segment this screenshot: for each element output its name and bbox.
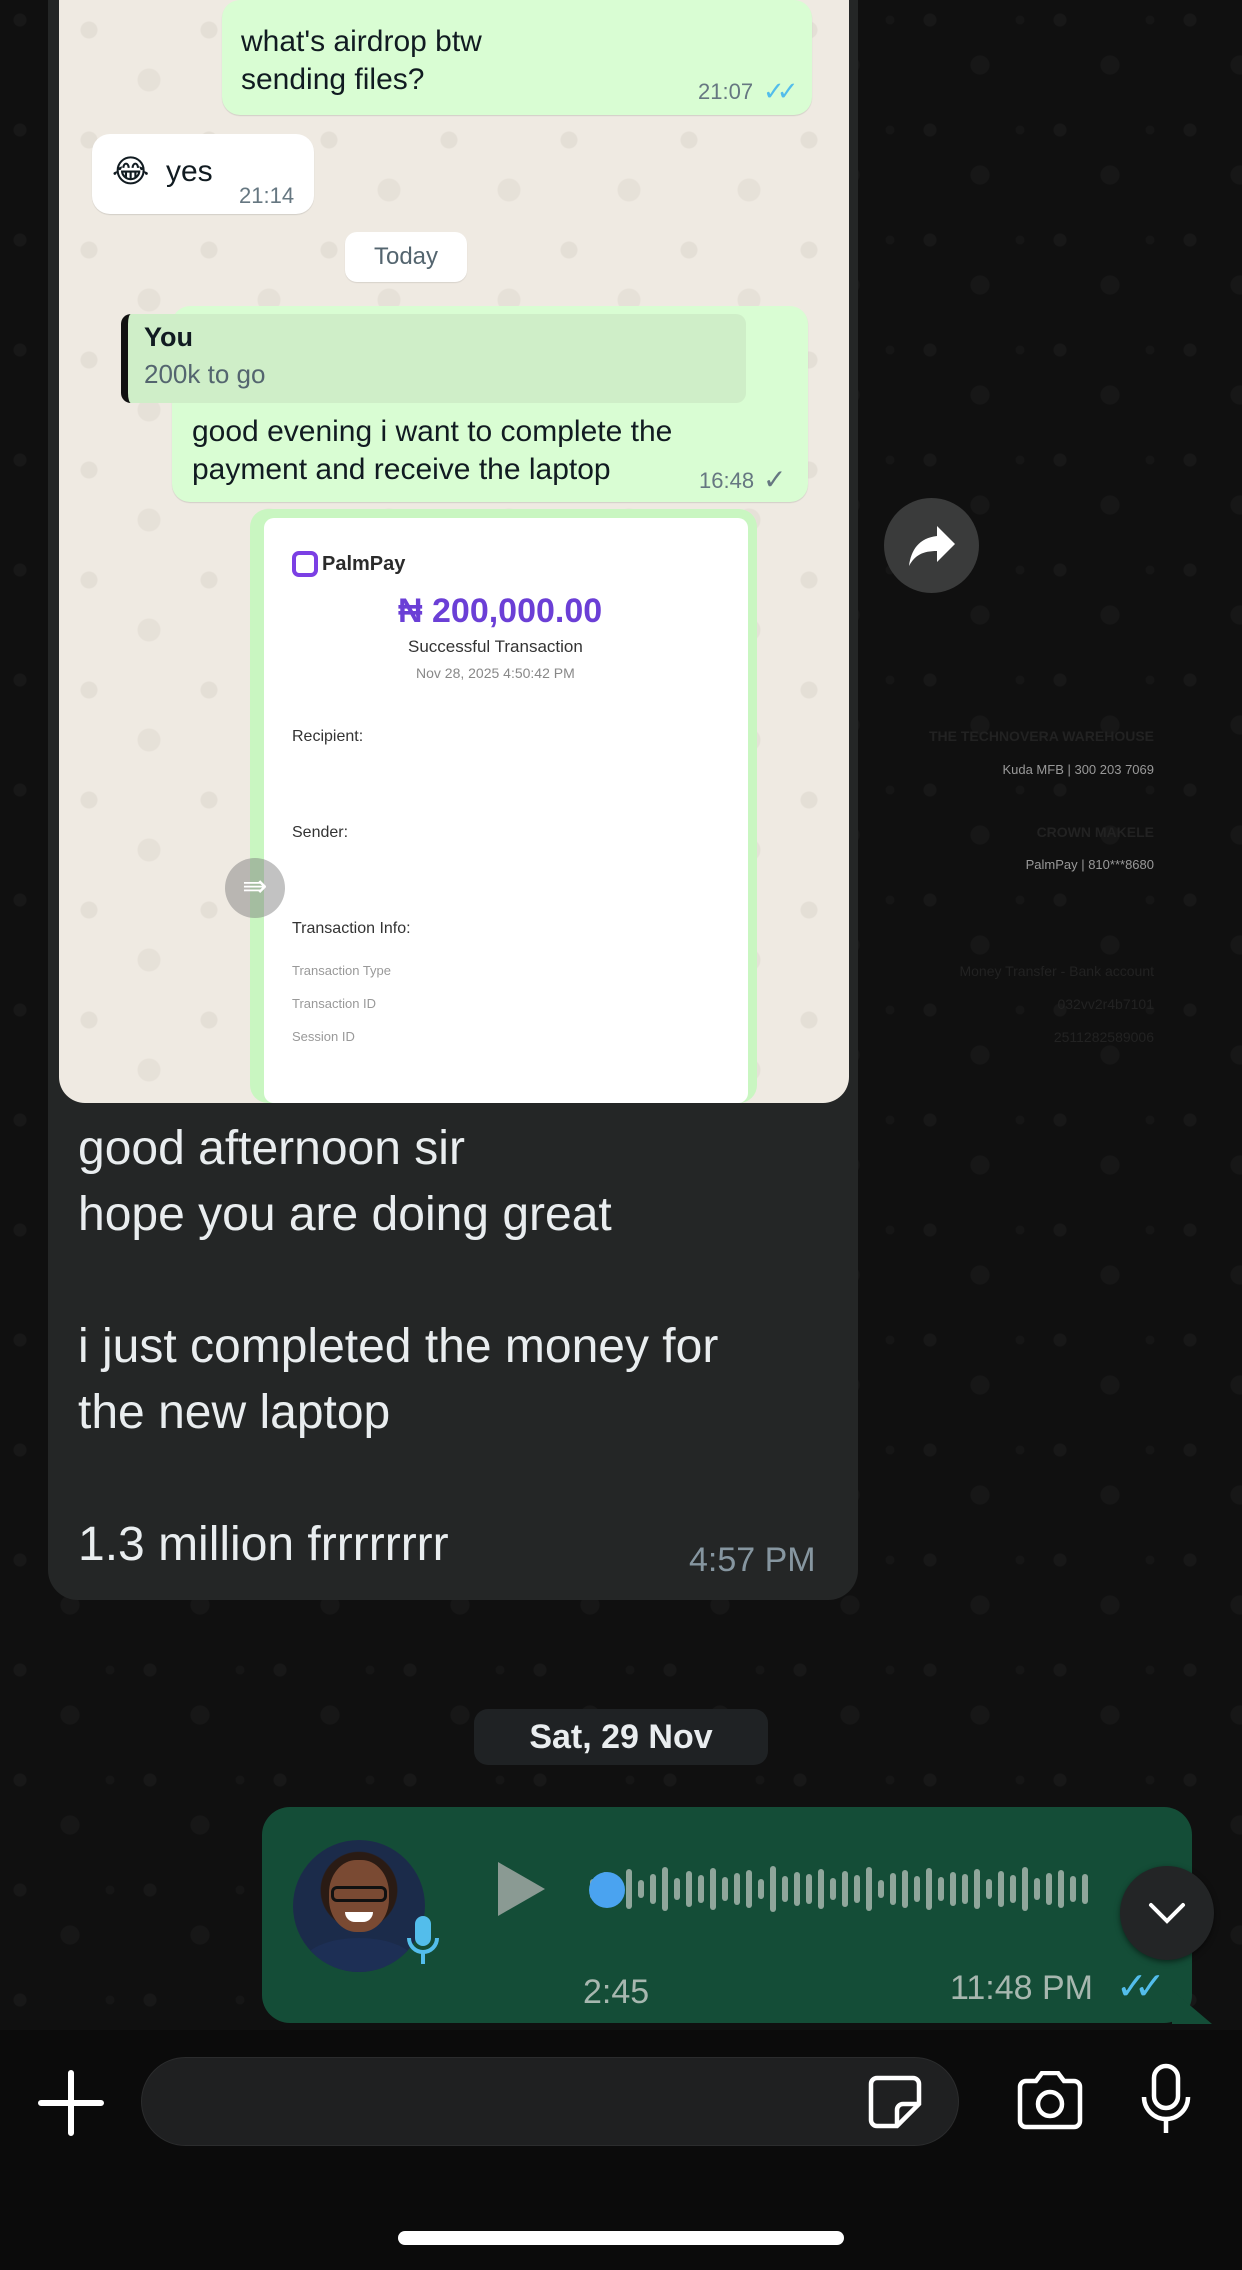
waveform-bar: [734, 1873, 740, 1905]
transaction-id-value: 032vv2r4b7101: [1057, 996, 1154, 1012]
waveform-bar: [674, 1878, 680, 1900]
message-text: good afternoon sir hope you are doing gr…: [78, 1122, 719, 1571]
waveform-bar: [950, 1872, 956, 1906]
waveform-bar: [794, 1872, 800, 1906]
waveform-bar: [1034, 1878, 1040, 1900]
waveform-bar: [1082, 1874, 1088, 1904]
waveform-bar: [1070, 1876, 1076, 1902]
transaction-type-value: Money Transfer - Bank account: [959, 963, 1154, 979]
chevron-down-icon: [1149, 1903, 1185, 1924]
waveform-bar: [938, 1877, 944, 1901]
waveform-bar: [746, 1870, 752, 1908]
waveform-bar: [830, 1878, 836, 1900]
screenshot-message-text: good evening i want to complete the paym…: [192, 415, 673, 486]
read-ticks-icon: ✓✓: [1116, 1966, 1166, 2008]
home-indicator: [398, 2231, 844, 2245]
waveform-bar: [1046, 1873, 1052, 1905]
transaction-id-label: Transaction ID: [292, 996, 377, 1011]
quote-text: 200k to go: [144, 359, 266, 389]
waveform-bar: [1010, 1875, 1016, 1903]
screenshot-message-time: 16:48: [699, 468, 755, 493]
waveform-bar: [974, 1869, 980, 1909]
waveform-bar: [998, 1871, 1004, 1907]
play-icon[interactable]: [498, 1862, 545, 1916]
receipt-amount: ₦ 200,000.00: [398, 592, 603, 630]
waveform-bar: [782, 1876, 788, 1902]
waveform-bar: [722, 1877, 728, 1901]
waveform-bar: [1058, 1870, 1064, 1908]
date-separator: Sat, 29 Nov: [474, 1709, 768, 1765]
waveform-bar: [914, 1876, 920, 1902]
waveform-bar: [902, 1870, 908, 1908]
screenshot-message-time: 21:07: [698, 79, 754, 104]
plus-icon[interactable]: [36, 2068, 106, 2138]
waveform-bar: [806, 1874, 812, 1904]
recipient-label: Recipient:: [292, 728, 364, 745]
waveform-bar: [926, 1868, 932, 1910]
waveform-bar: [638, 1880, 644, 1898]
recipient-bank: Kuda MFB | 300 203 7069: [1002, 762, 1154, 777]
voice-waveform[interactable]: [590, 1858, 1135, 1920]
waveform-bar: [698, 1875, 704, 1903]
waveform-bar: [962, 1874, 968, 1904]
sent-tick-icon: ✓: [763, 464, 787, 495]
sender-bank: PalmPay | 810***8680: [1025, 857, 1154, 872]
transaction-info-label: Transaction Info:: [292, 920, 411, 937]
emoji-laugh-icon: 😂: [112, 153, 150, 189]
session-id-value: 2511282589006: [1053, 1029, 1154, 1045]
waveform-bar: [758, 1879, 764, 1899]
voice-time: 11:48 PM: [950, 1969, 1094, 2007]
sticker-icon[interactable]: [867, 2074, 923, 2130]
waveform-bar: [686, 1871, 692, 1907]
playback-scrubber[interactable]: [589, 1872, 625, 1908]
screenshot-forward-icon: ⇛: [225, 858, 285, 918]
scroll-to-bottom-button[interactable]: [1120, 1866, 1214, 1960]
waveform-bar: [710, 1868, 716, 1910]
receipt-status: Successful Transaction: [408, 637, 583, 656]
waveform-bar: [866, 1867, 872, 1911]
quote-author: You: [144, 322, 193, 352]
waveform-bar: [890, 1873, 896, 1905]
session-id-label: Session ID: [292, 1029, 355, 1044]
waveform-bar: [986, 1879, 992, 1899]
sender-name: CROWN MAKELE: [1036, 824, 1154, 840]
waveform-bar: [1022, 1867, 1028, 1911]
waveform-bar: [626, 1869, 632, 1909]
transaction-type-label: Transaction Type: [292, 963, 391, 978]
waveform-bar: [770, 1866, 776, 1912]
waveform-bar: [650, 1874, 656, 1904]
voice-duration: 2:45: [583, 1973, 650, 2011]
message-time: 4:57 PM: [689, 1541, 816, 1579]
waveform-bar: [662, 1867, 668, 1911]
screenshot-message-text: yes: [166, 155, 213, 188]
message-input[interactable]: [141, 2057, 959, 2146]
forward-icon: [908, 525, 955, 566]
forward-button[interactable]: [884, 498, 979, 593]
receipt-brand: PalmPay: [322, 553, 406, 575]
screenshot-day-chip: Today: [345, 232, 467, 282]
camera-icon[interactable]: [1014, 2071, 1086, 2131]
waveform-bar: [878, 1880, 884, 1898]
read-ticks-icon: ✓✓: [763, 76, 798, 106]
screenshot-message-time: 21:14: [239, 183, 295, 208]
recipient-name: THE TECHNOVERA WAREHOUSE: [928, 728, 1154, 744]
screenshot-message-text: what's airdrop btw sending files?: [241, 25, 482, 96]
voice-mic-icon: [405, 1912, 441, 1973]
palmpay-logo-icon: [292, 551, 318, 577]
mic-icon[interactable]: [1140, 2063, 1192, 2137]
receipt-date: Nov 28, 2025 4:50:42 PM: [416, 665, 575, 681]
waveform-bar: [842, 1871, 848, 1907]
waveform-bar: [854, 1875, 860, 1903]
waveform-bar: [818, 1869, 824, 1909]
sender-label: Sender:: [292, 824, 349, 841]
